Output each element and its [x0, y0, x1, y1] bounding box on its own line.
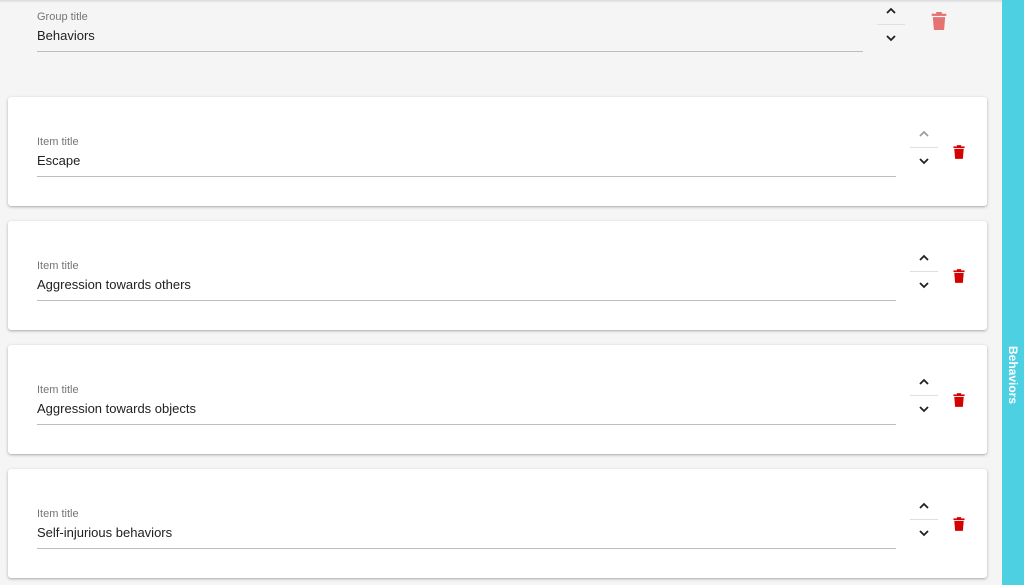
group-move-controls: [877, 0, 905, 49]
item-title-value[interactable]: Escape: [37, 153, 896, 176]
delete-item-button[interactable]: [952, 516, 966, 532]
item-move-controls: [910, 371, 938, 420]
delete-item-button[interactable]: [952, 144, 966, 160]
chevron-up-icon: [919, 378, 929, 385]
trash-icon: [953, 145, 965, 159]
delete-item-button[interactable]: [952, 392, 966, 408]
move-down-button[interactable]: [910, 398, 938, 420]
item-card: Item title Self-injurious behaviors: [8, 469, 987, 578]
trash-icon: [931, 12, 947, 30]
item-title-value[interactable]: Aggression towards objects: [37, 401, 896, 424]
move-down-button[interactable]: [910, 150, 938, 172]
item-move-controls: [910, 495, 938, 544]
arrow-divider: [910, 395, 938, 396]
move-down-button[interactable]: [910, 522, 938, 544]
item-title-field[interactable]: Item title Aggression towards others: [37, 260, 896, 301]
item-title-label: Item title: [37, 136, 79, 148]
editor-main: Group title Behaviors Item title Escape: [0, 0, 1002, 585]
arrow-divider: [910, 519, 938, 520]
chevron-down-icon: [919, 530, 929, 537]
item-title-value[interactable]: Aggression towards others: [37, 277, 896, 300]
trash-icon: [953, 393, 965, 407]
sidebar-tab-label: Behaviors: [1006, 345, 1020, 405]
move-down-button[interactable]: [910, 274, 938, 296]
delete-item-button[interactable]: [952, 268, 966, 284]
move-up-button[interactable]: [910, 247, 938, 269]
item-card: Item title Aggression towards others: [8, 221, 987, 330]
chevron-down-icon: [919, 406, 929, 413]
group-title-field[interactable]: Group title Behaviors: [37, 11, 863, 52]
chevron-up-icon: [919, 502, 929, 509]
move-up-button[interactable]: [877, 0, 905, 22]
move-down-button[interactable]: [877, 27, 905, 49]
item-title-label: Item title: [37, 508, 79, 520]
item-title-field[interactable]: Item title Self-injurious behaviors: [37, 508, 896, 549]
item-title-label: Item title: [37, 260, 79, 272]
item-title-label: Item title: [37, 384, 79, 396]
chevron-up-icon: [886, 7, 896, 14]
item-card: Item title Aggression towards objects: [8, 345, 987, 454]
trash-icon: [953, 517, 965, 531]
item-title-field[interactable]: Item title Aggression towards objects: [37, 384, 896, 425]
arrow-divider: [910, 271, 938, 272]
move-up-button[interactable]: [910, 371, 938, 393]
chevron-down-icon: [886, 35, 896, 42]
item-title-field[interactable]: Item title Escape: [37, 136, 896, 177]
arrow-divider: [877, 24, 905, 25]
chevron-down-icon: [919, 158, 929, 165]
chevron-up-icon: [919, 254, 929, 261]
group-sidebar-tab[interactable]: Behaviors: [1002, 0, 1024, 585]
item-title-value[interactable]: Self-injurious behaviors: [37, 525, 896, 548]
chevron-up-icon: [919, 130, 929, 137]
move-up-button[interactable]: [910, 123, 938, 145]
item-card: Item title Escape: [8, 97, 987, 206]
item-move-controls: [910, 247, 938, 296]
trash-icon: [953, 269, 965, 283]
move-up-button[interactable]: [910, 495, 938, 517]
group-title-label: Group title: [37, 11, 88, 23]
arrow-divider: [910, 147, 938, 148]
chevron-down-icon: [919, 282, 929, 289]
group-header: Group title Behaviors: [0, 0, 1002, 80]
group-title-value[interactable]: Behaviors: [37, 28, 863, 51]
delete-group-button[interactable]: [931, 12, 947, 30]
item-move-controls: [910, 123, 938, 172]
